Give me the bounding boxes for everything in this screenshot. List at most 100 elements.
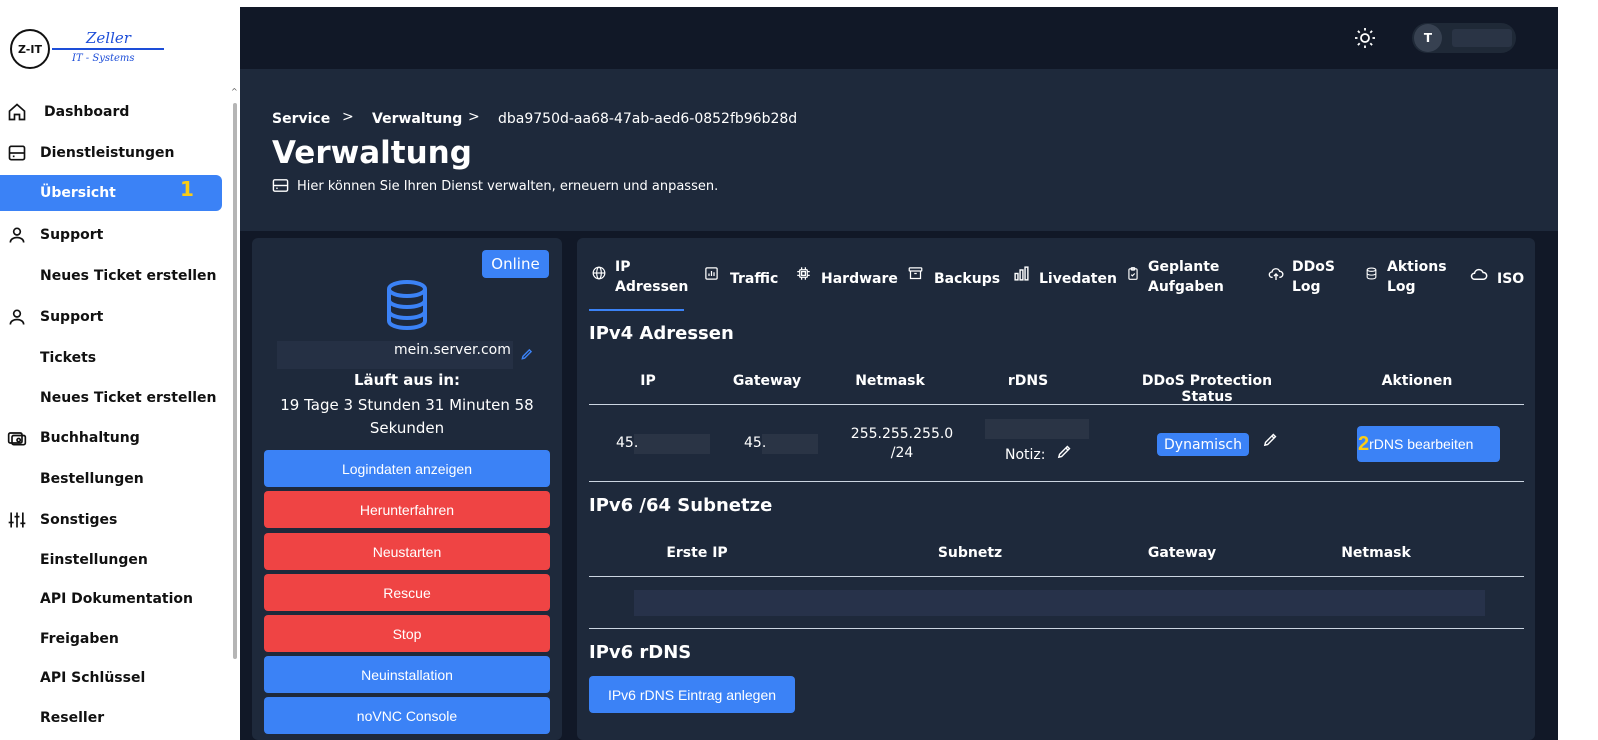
cpu-icon	[796, 266, 812, 282]
sidebar-item-support[interactable]: Support	[0, 214, 230, 255]
tab-label-line1: Aktions	[1387, 259, 1447, 275]
tab-traffic[interactable]: Traffic	[730, 269, 778, 289]
ipv6-section-title: IPv6 /64 Subnetze	[589, 495, 773, 516]
column-header-subnetz: Subnetz	[937, 545, 1003, 561]
edit-note-pencil-icon[interactable]	[1056, 443, 1072, 459]
status-badge: Online	[482, 250, 549, 278]
brand-logo[interactable]: Z-IT Zeller IT - Systems	[10, 29, 170, 73]
column-header-netmask: Netmask	[855, 373, 925, 389]
tab-label-line1: IP	[615, 259, 631, 275]
tab-livedaten[interactable]: Livedaten	[1039, 269, 1117, 289]
ipv4-gateway: 45.	[744, 435, 767, 451]
novnc-console-button[interactable]: noVNC Console	[264, 697, 550, 734]
restart-button[interactable]: Neustarten	[264, 533, 550, 570]
ip-redacted	[634, 434, 710, 454]
sidebar-item-label: Dienstleistungen	[40, 144, 175, 161]
sidebar-item-bestellungen[interactable]: Bestellungen	[0, 458, 230, 499]
ipv4-address: 45.	[616, 435, 639, 451]
table-divider	[589, 576, 1524, 577]
user-icon	[6, 306, 28, 328]
tab-label-line1: Geplante	[1148, 259, 1220, 275]
sidebar-item-label: Tickets	[40, 349, 97, 366]
ipv6-row-redacted	[634, 590, 1485, 616]
tab-backups[interactable]: Backups	[934, 269, 1000, 289]
sidebar-item-sonstiges[interactable]: Sonstiges	[0, 499, 230, 540]
sidebar-item-label: Reseller	[40, 709, 105, 726]
page-title: Verwaltung	[272, 135, 472, 171]
theme-toggle-sun-icon[interactable]	[1353, 26, 1377, 50]
service-details-card	[577, 238, 1535, 740]
tab-label-line2: Adressen	[615, 279, 689, 295]
tab-iso[interactable]: ISO	[1497, 269, 1524, 289]
tab-aktions-log[interactable]: Aktions Log	[1387, 257, 1447, 297]
sidebar-item-label: Buchhaltung	[40, 429, 140, 446]
cloud-icon	[1470, 266, 1488, 282]
shutdown-button[interactable]: Herunterfahren	[264, 491, 550, 528]
tab-ddos-log[interactable]: DDoS Log	[1292, 257, 1335, 297]
cloud-upload-icon	[1268, 266, 1284, 282]
sidebar-item-freigaben[interactable]: Freigaben	[0, 619, 230, 658]
tab-ip-adressen[interactable]: IP Adressen	[615, 257, 688, 297]
show-login-button[interactable]: Logindaten anzeigen	[264, 450, 550, 487]
home-icon	[6, 101, 28, 123]
breadcrumb-separator: >	[468, 109, 480, 125]
table-divider	[589, 628, 1524, 629]
edit-hostname-pencil-icon[interactable]	[520, 347, 534, 361]
brand-name: Zeller	[86, 29, 131, 47]
sidebar-item-label: Bestellungen	[40, 470, 144, 487]
edit-ddos-pencil-icon[interactable]	[1262, 431, 1278, 447]
stop-button[interactable]: Stop	[264, 615, 550, 652]
sidebar: Z-IT Zeller IT - Systems ^ Dashboard Die…	[0, 7, 240, 740]
sidebar-item-label: Einstellungen	[40, 551, 148, 568]
expire-label: Läuft aus in:	[353, 371, 461, 389]
column-header-ipv6-gateway: Gateway	[1147, 545, 1217, 561]
tab-label-line1: DDoS	[1292, 259, 1335, 275]
ipv4-netmask: 255.255.255.0	[850, 426, 954, 442]
database-icon	[384, 280, 430, 330]
sidebar-item-buchhaltung[interactable]: Buchhaltung	[0, 417, 230, 458]
sidebar-item-api-schluessel[interactable]: API Schlüssel	[0, 658, 230, 697]
column-header-rdns: rDNS	[1007, 373, 1049, 389]
logo-mark: Z-IT	[10, 29, 50, 69]
brand-subtitle: IT - Systems	[72, 53, 135, 64]
breadcrumb-verwaltung[interactable]: Verwaltung	[372, 111, 462, 127]
sidebar-item-new-ticket[interactable]: Neues Ticket erstellen	[0, 255, 230, 296]
table-divider	[589, 481, 1524, 482]
edit-rdns-button[interactable]: 2 rDNS bearbeiten	[1357, 426, 1500, 462]
clipboard-icon	[1126, 266, 1142, 282]
server-icon	[6, 142, 28, 164]
sidebar-item-reseller[interactable]: Reseller	[0, 697, 230, 738]
hostname: mein.server.com	[394, 342, 511, 358]
scroll-up-icon[interactable]: ^	[231, 87, 238, 96]
sidebar-item-uebersicht[interactable]: Übersicht 1	[0, 175, 222, 211]
sidebar-item-api-dokumentation[interactable]: API Dokumentation	[0, 579, 230, 619]
logo-divider	[52, 48, 164, 50]
sidebar-item-dienstleistungen[interactable]: Dienstleistungen	[0, 132, 230, 173]
tab-label-line2: Log	[1387, 279, 1416, 295]
breadcrumb-separator: >	[342, 109, 354, 125]
server-icon	[272, 178, 289, 193]
page-header: Service > Verwaltung > dba9750d-aa68-47a…	[240, 69, 1558, 235]
ipv4-section-title: IPv4 Adressen	[589, 323, 734, 344]
sidebar-item-support-2[interactable]: Support	[0, 296, 230, 337]
tab-geplante-aufgaben[interactable]: Geplante Aufgaben	[1148, 257, 1224, 297]
sidebar-scrollbar[interactable]	[233, 103, 237, 659]
sidebar-item-label: API Schlüssel	[40, 669, 146, 686]
avatar[interactable]: T	[1414, 24, 1442, 52]
ipv4-prefix: /24	[890, 445, 914, 461]
sidebar-item-label: Support	[40, 226, 104, 243]
page-description: Hier können Sie Ihren Dienst verwalten, …	[297, 179, 719, 194]
tab-hardware[interactable]: Hardware	[821, 269, 898, 289]
table-divider	[589, 404, 1524, 405]
sidebar-item-einstellungen[interactable]: Einstellungen	[0, 540, 230, 579]
sidebar-item-new-ticket-2[interactable]: Neues Ticket erstellen	[0, 378, 230, 417]
sidebar-item-tickets[interactable]: Tickets	[0, 337, 230, 378]
annotation-marker: 1	[180, 177, 194, 201]
reinstall-button[interactable]: Neuinstallation	[264, 656, 550, 693]
add-ipv6-rdns-button[interactable]: IPv6 rDNS Eintrag anlegen	[589, 676, 795, 713]
expire-countdown: 19 Tage 3 Stunden 31 Minuten 58 Sekunden	[280, 396, 534, 437]
breadcrumb-service[interactable]: Service	[272, 111, 330, 127]
chart-icon	[704, 266, 720, 282]
rescue-button[interactable]: Rescue	[264, 574, 550, 611]
sidebar-item-dashboard[interactable]: Dashboard	[0, 91, 230, 132]
